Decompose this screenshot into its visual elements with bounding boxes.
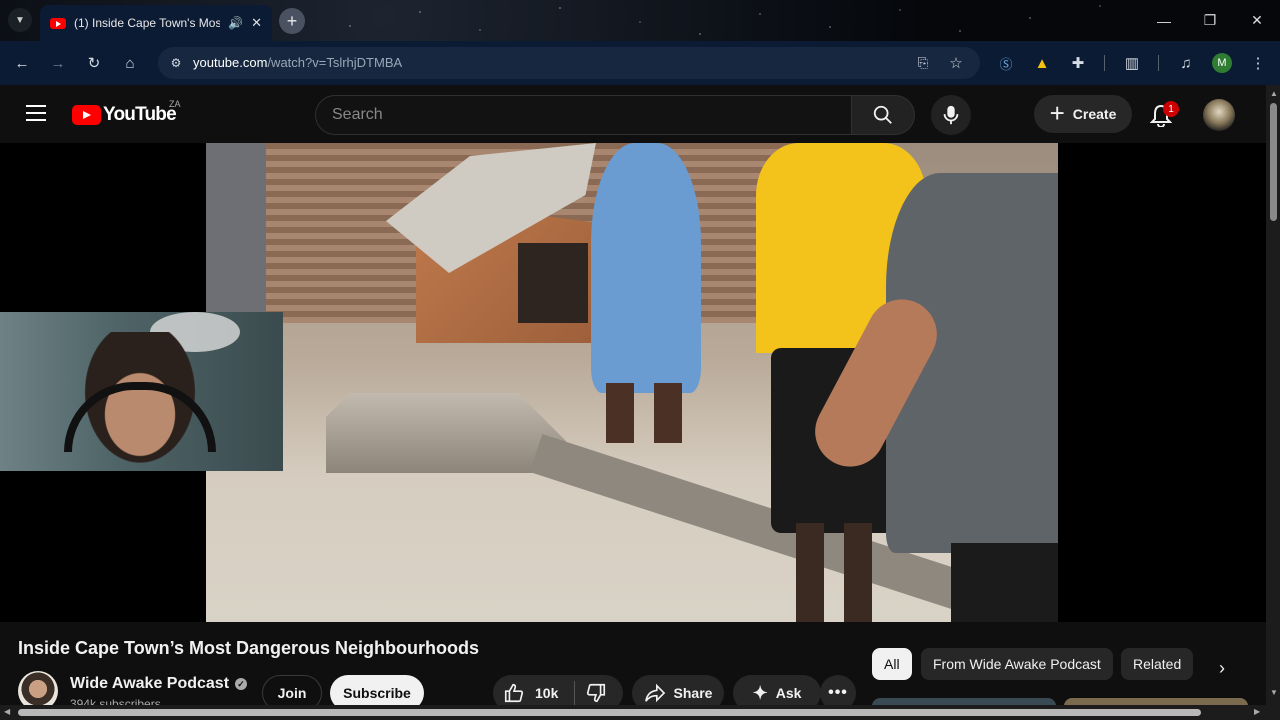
close-window-button[interactable]: ✕: [1234, 0, 1280, 41]
microphone-icon: [943, 105, 959, 125]
chip-related[interactable]: Related: [1121, 648, 1194, 680]
back-arrow-icon[interactable]: ←: [10, 51, 34, 75]
youtube-favicon-icon: [50, 17, 66, 29]
vertical-scroll-thumb[interactable]: [1270, 103, 1277, 221]
s-extension-icon[interactable]: Ⓢ: [994, 51, 1018, 75]
like-divider: [574, 681, 576, 705]
search-box[interactable]: [315, 95, 852, 135]
url-text[interactable]: youtube.com/watch?v=TslrhjDTMBA: [193, 55, 402, 70]
verified-check-icon: ✓: [235, 678, 248, 690]
hamburger-menu-icon[interactable]: [24, 103, 48, 123]
extensions-puzzle-icon[interactable]: ✚: [1066, 51, 1090, 75]
video-player[interactable]: [206, 143, 1058, 622]
thumbs-up-icon[interactable]: [503, 682, 525, 704]
browser-title-bar: ▼ (1) Inside Cape Town's Most Dangerous …: [0, 0, 1280, 41]
scroll-up-arrow-icon[interactable]: ▲: [1270, 89, 1278, 98]
home-icon[interactable]: ⌂: [118, 51, 142, 75]
search-input[interactable]: [332, 104, 812, 126]
video-scene-step: [326, 393, 566, 473]
search-button[interactable]: [851, 95, 915, 135]
voice-search-button[interactable]: [931, 95, 971, 135]
horizontal-scroll-thumb[interactable]: [18, 709, 1201, 716]
chip-all[interactable]: All: [872, 648, 912, 680]
channel-name[interactable]: Wide Awake Podcast ✓: [70, 675, 248, 693]
toolbar-divider: [1158, 55, 1159, 71]
account-avatar[interactable]: [1203, 99, 1235, 131]
install-app-icon[interactable]: ⎘: [911, 51, 935, 75]
browser-toolbar: ← → ↻ ⌂ ⚙ youtube.com/watch?v=TslrhjDTMB…: [0, 41, 1280, 85]
plus-icon: +: [1049, 97, 1065, 128]
video-person-legs: [606, 383, 686, 443]
video-scene-kennel-door: [518, 243, 588, 323]
bookmark-star-icon[interactable]: ☆: [944, 51, 968, 75]
youtube-header: YouTube ZA + Create: [0, 85, 1266, 143]
browser-menu-icon[interactable]: ⋮: [1246, 51, 1270, 75]
chevron-right-icon[interactable]: ›: [1206, 652, 1238, 684]
scroll-right-arrow-icon[interactable]: ▶: [1254, 707, 1260, 716]
tab-title: (1) Inside Cape Town's Most Dangerous Ne…: [74, 16, 221, 30]
notification-badge: 1: [1163, 101, 1179, 117]
horizontal-scrollbar[interactable]: ◀ ▶: [0, 705, 1280, 720]
address-bar[interactable]: ⚙ youtube.com/watch?v=TslrhjDTMBA ⎘ ☆: [158, 47, 980, 79]
video-person-legs: [796, 523, 876, 622]
share-arrow-icon: [644, 683, 665, 703]
create-button[interactable]: + Create: [1034, 95, 1132, 133]
forward-arrow-icon[interactable]: →: [46, 51, 70, 75]
scroll-down-arrow-icon[interactable]: ▼: [1270, 688, 1278, 697]
browser-tab-active[interactable]: (1) Inside Cape Town's Most Dangerous Ne…: [40, 5, 272, 41]
chip-from-channel[interactable]: From Wide Awake Podcast: [921, 648, 1113, 680]
google-drive-icon[interactable]: ▲: [1030, 51, 1054, 75]
search-icon: [873, 105, 892, 124]
tab-search-chevron-icon[interactable]: ▼: [8, 8, 32, 32]
restore-button[interactable]: ❐: [1187, 0, 1233, 41]
toolbar-divider: [1104, 55, 1105, 71]
tab-close-icon[interactable]: ✕: [251, 15, 262, 31]
speaker-icon[interactable]: 🔊: [228, 16, 243, 30]
sparkle-icon: ✦: [752, 682, 768, 703]
media-control-icon[interactable]: ♫: [1174, 51, 1198, 75]
webcam-overlay: [0, 312, 283, 471]
scroll-left-arrow-icon[interactable]: ◀: [4, 707, 10, 716]
site-info-icon[interactable]: ⚙: [164, 51, 188, 75]
side-panel-icon[interactable]: ▥: [1120, 51, 1144, 75]
thumbs-down-icon[interactable]: [585, 682, 607, 704]
video-title: Inside Cape Town’s Most Dangerous Neighb…: [18, 638, 480, 658]
reload-icon[interactable]: ↻: [82, 51, 106, 75]
new-tab-button[interactable]: +: [279, 8, 305, 34]
like-count: 10k: [535, 685, 559, 701]
video-person-blue-dress: [591, 143, 701, 393]
youtube-play-icon: [72, 105, 101, 125]
profile-avatar[interactable]: M: [1212, 53, 1232, 73]
vertical-scrollbar[interactable]: ▲ ▼: [1266, 85, 1280, 705]
country-code: ZA: [169, 99, 181, 109]
video-person-legs: [951, 543, 1058, 622]
minimize-button[interactable]: —: [1141, 0, 1187, 41]
youtube-logo[interactable]: YouTube ZA: [72, 99, 181, 126]
